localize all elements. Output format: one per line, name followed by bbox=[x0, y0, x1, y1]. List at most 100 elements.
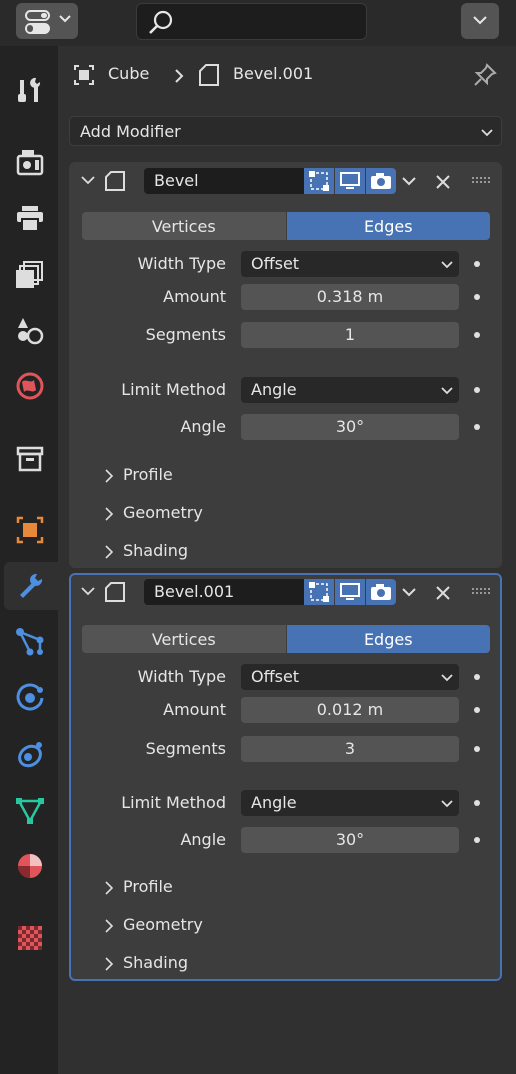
amount-field[interactable]: 0.012 m bbox=[241, 697, 459, 723]
chevron-down-icon bbox=[59, 15, 71, 23]
properties-main: Cube Bevel.001 Add Modifier Bevel Vertic… bbox=[58, 46, 516, 1074]
properties-tabs bbox=[0, 46, 58, 1074]
affect-edges-button[interactable]: Edges bbox=[286, 212, 490, 240]
render-toggle[interactable] bbox=[366, 168, 396, 194]
width-type-row: Width Type Offset bbox=[69, 250, 502, 278]
physics-icon bbox=[16, 683, 44, 711]
tab-world[interactable] bbox=[4, 362, 56, 410]
tab-constraints[interactable] bbox=[4, 730, 56, 778]
tab-particles[interactable] bbox=[4, 618, 56, 666]
tab-physics[interactable] bbox=[4, 674, 56, 722]
bevel-modifier-icon bbox=[105, 582, 125, 602]
subpanel-label: Shading bbox=[123, 953, 188, 972]
properties-editor-icon-part bbox=[25, 23, 50, 34]
tab-view-layer[interactable] bbox=[4, 250, 56, 298]
subpanel-label: Geometry bbox=[123, 503, 203, 522]
chevron-down-icon[interactable] bbox=[401, 587, 417, 599]
chevron-down-icon bbox=[473, 16, 487, 25]
width-type-dropdown[interactable]: Offset bbox=[241, 251, 459, 277]
subpanel-geometry[interactable]: Geometry bbox=[69, 911, 502, 939]
limit-method-dropdown[interactable]: Angle bbox=[241, 790, 459, 816]
angle-field[interactable]: 30° bbox=[241, 827, 459, 853]
keyframe-dot[interactable] bbox=[474, 674, 480, 680]
width-type-value: Offset bbox=[251, 667, 300, 686]
subpanel-shading[interactable]: Shading bbox=[69, 537, 502, 565]
subpanel-profile[interactable]: Profile bbox=[69, 461, 502, 489]
editor-type-button[interactable] bbox=[16, 3, 78, 39]
tab-output[interactable] bbox=[4, 194, 56, 242]
close-icon[interactable] bbox=[435, 585, 451, 601]
modifier-name-field[interactable]: Bevel bbox=[144, 168, 304, 194]
affect-vertices-button[interactable]: Vertices bbox=[82, 625, 287, 653]
modifier-header: Bevel bbox=[69, 167, 502, 197]
tab-object[interactable] bbox=[4, 506, 56, 554]
amount-row: Amount 0.318 m bbox=[69, 283, 502, 311]
keyframe-dot[interactable] bbox=[474, 261, 480, 267]
chevron-down-icon[interactable] bbox=[401, 176, 417, 188]
angle-field[interactable]: 30° bbox=[241, 414, 459, 440]
add-modifier-dropdown[interactable]: Add Modifier bbox=[69, 116, 502, 146]
monitor-icon bbox=[340, 172, 360, 189]
close-icon[interactable] bbox=[435, 174, 451, 190]
tab-modifiers[interactable] bbox=[4, 562, 58, 610]
tab-scene[interactable] bbox=[4, 306, 56, 354]
subpanel-label: Shading bbox=[123, 541, 188, 560]
keyframe-dot[interactable] bbox=[474, 332, 480, 338]
output-icon bbox=[17, 206, 43, 232]
segments-field[interactable]: 1 bbox=[241, 322, 459, 348]
edit-mode-toggle[interactable] bbox=[304, 168, 334, 194]
limit-method-label: Limit Method bbox=[121, 380, 226, 399]
edit-mode-icon bbox=[309, 171, 329, 191]
keyframe-dot[interactable] bbox=[474, 294, 480, 300]
limit-method-row: Limit Method Angle bbox=[69, 376, 502, 404]
width-type-dropdown[interactable]: Offset bbox=[241, 664, 459, 690]
keyframe-dot[interactable] bbox=[474, 707, 480, 713]
segments-field[interactable]: 3 bbox=[241, 736, 459, 762]
limit-method-value: Angle bbox=[251, 793, 297, 812]
tab-tool[interactable] bbox=[4, 66, 56, 114]
chevron-right-icon bbox=[105, 545, 114, 559]
tab-collection[interactable] bbox=[4, 434, 56, 482]
viewport-toggle[interactable] bbox=[335, 168, 365, 194]
tab-texture[interactable] bbox=[4, 914, 56, 962]
header-bar bbox=[0, 0, 516, 46]
keyframe-dot[interactable] bbox=[474, 746, 480, 752]
collapse-chevron-icon[interactable] bbox=[81, 586, 95, 598]
collapse-chevron-icon[interactable] bbox=[81, 175, 95, 187]
segments-value: 1 bbox=[344, 325, 356, 344]
limit-method-dropdown[interactable]: Angle bbox=[241, 377, 459, 403]
tab-data[interactable] bbox=[4, 786, 56, 834]
subpanel-geometry[interactable]: Geometry bbox=[69, 499, 502, 527]
modifier-name-field[interactable]: Bevel.001 bbox=[144, 579, 304, 605]
subpanel-label: Profile bbox=[123, 465, 173, 484]
amount-field[interactable]: 0.318 m bbox=[241, 284, 459, 310]
viewport-toggle[interactable] bbox=[335, 579, 365, 605]
keyframe-dot[interactable] bbox=[474, 387, 480, 393]
chevron-down-icon bbox=[441, 800, 453, 808]
subpanel-label: Geometry bbox=[123, 915, 203, 934]
tab-material[interactable] bbox=[4, 842, 56, 890]
subpanel-shading[interactable]: Shading bbox=[69, 949, 502, 977]
tab-render[interactable] bbox=[4, 138, 56, 186]
keyframe-dot[interactable] bbox=[474, 800, 480, 806]
render-toggle[interactable] bbox=[366, 579, 396, 605]
search-input[interactable] bbox=[136, 3, 367, 40]
keyframe-dot[interactable] bbox=[474, 424, 480, 430]
segments-value: 3 bbox=[344, 739, 356, 758]
search-icon bbox=[149, 10, 173, 34]
affect-vertices-button[interactable]: Vertices bbox=[82, 212, 287, 240]
affect-toggle: Vertices Edges bbox=[82, 212, 490, 240]
angle-label: Angle bbox=[180, 830, 226, 849]
edit-mode-toggle[interactable] bbox=[304, 579, 334, 605]
subpanel-profile[interactable]: Profile bbox=[69, 873, 502, 901]
options-dropdown-button[interactable] bbox=[461, 3, 499, 39]
constraints-icon bbox=[18, 742, 42, 768]
pin-icon[interactable] bbox=[472, 62, 498, 88]
add-modifier-label: Add Modifier bbox=[80, 122, 181, 141]
modifier-header: Bevel.001 bbox=[71, 578, 500, 608]
object-icon bbox=[74, 65, 94, 85]
affect-edges-button[interactable]: Edges bbox=[286, 625, 490, 653]
keyframe-dot[interactable] bbox=[474, 837, 480, 843]
drag-handle-icon[interactable] bbox=[472, 588, 490, 596]
drag-handle-icon[interactable] bbox=[472, 177, 490, 185]
